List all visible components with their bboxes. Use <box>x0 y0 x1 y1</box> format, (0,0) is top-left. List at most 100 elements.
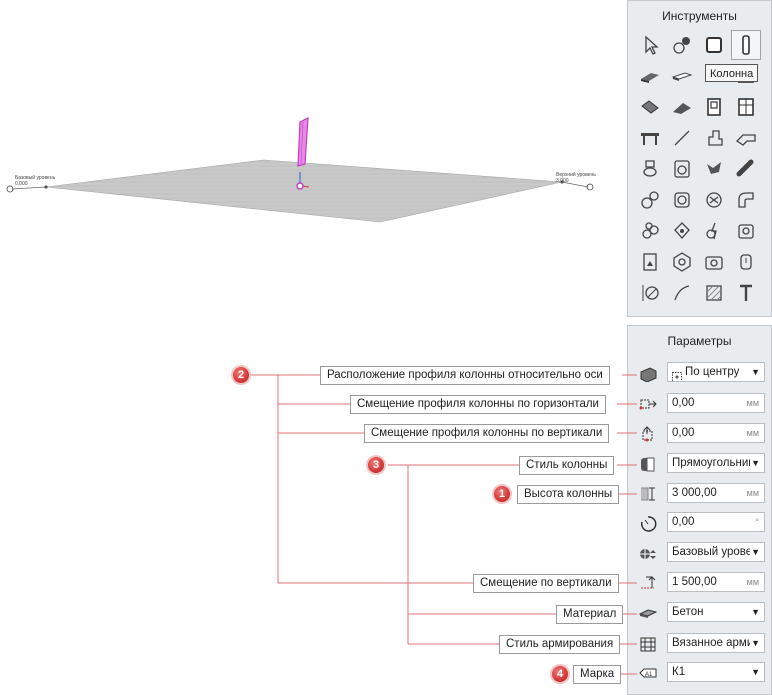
column-style-select[interactable]: Прямоугольник ▼ <box>667 453 765 473</box>
select-arrow-icon[interactable] <box>636 31 664 59</box>
param-row-horizontal-offset: 0,00 мм <box>635 393 767 415</box>
field-value: 3 000,00 <box>672 487 717 499</box>
sensor-icon[interactable] <box>668 248 696 276</box>
label-mark: Марка <box>573 665 622 684</box>
vertical-offset-icon <box>638 425 658 443</box>
mark-select[interactable]: К1 ▼ <box>667 662 765 682</box>
electric-icon[interactable] <box>700 217 728 245</box>
badge-1: 1 <box>492 484 512 504</box>
pipe-fitting-icon[interactable] <box>700 155 728 183</box>
fan-icon[interactable] <box>668 186 696 214</box>
dropdown-arrow-icon[interactable]: ▼ <box>751 663 760 681</box>
label-column-style: Стиль колонны <box>519 456 615 475</box>
param-row-column-style: Прямоугольник ▼ <box>635 453 767 475</box>
pump-icon[interactable] <box>636 217 664 245</box>
label-column-height: Высота колонны <box>517 485 620 504</box>
sanitary-icon[interactable] <box>636 155 664 183</box>
param-row-reinforcement: Вязанное армирование▼ <box>635 633 767 655</box>
dropdown-arrow-icon[interactable]: ▼ <box>751 634 760 652</box>
param-row-elevation-offset: 1 500,00 мм <box>635 572 767 594</box>
washer-icon[interactable] <box>668 155 696 183</box>
shapes-icon[interactable] <box>668 31 696 59</box>
hatch-icon[interactable] <box>700 279 728 307</box>
dropdown-arrow-icon[interactable]: ▼ <box>751 603 760 621</box>
param-row-mark: A1 К1 ▼ <box>635 662 767 684</box>
panel-icon[interactable] <box>636 248 664 276</box>
roof-icon[interactable] <box>636 93 664 121</box>
field-value: К1 <box>672 666 686 678</box>
insertion-point <box>296 182 304 190</box>
param-row-base-level: Базовый уровень▼ <box>635 542 767 564</box>
unit-label: мм <box>746 398 759 408</box>
material-select[interactable]: Бетон ▼ <box>667 602 765 622</box>
valve-icon[interactable] <box>700 186 728 214</box>
badge-4: 4 <box>550 664 570 684</box>
horizontal-offset-icon <box>638 395 658 413</box>
text-icon[interactable] <box>732 279 760 307</box>
dropdown-arrow-icon[interactable]: ▼ <box>751 543 760 561</box>
floor-slab <box>45 159 563 223</box>
badge-3: 3 <box>366 455 386 475</box>
switch-icon[interactable] <box>732 248 760 276</box>
slab-icon[interactable] <box>636 62 664 90</box>
label-reinforcement-style: Стиль армирования <box>499 635 621 654</box>
duct-icon[interactable] <box>732 124 760 152</box>
scene-canvas[interactable] <box>0 0 620 320</box>
field-value: По центру <box>685 366 740 378</box>
parameters-panel-title: Параметры <box>667 334 732 348</box>
dropdown-arrow-icon[interactable]: ▼ <box>751 454 760 472</box>
beam-icon[interactable] <box>668 62 696 90</box>
camera-icon[interactable] <box>700 248 728 276</box>
unit-label: мм <box>746 428 759 438</box>
unit-label: мм <box>746 488 759 498</box>
unit-label: ° <box>755 517 759 527</box>
lamp-icon[interactable] <box>668 217 696 245</box>
dropdown-arrow-icon[interactable]: ▼ <box>751 363 760 381</box>
reinforcement-select[interactable]: Вязанное армирование▼ <box>667 633 765 653</box>
ramp-icon[interactable] <box>668 93 696 121</box>
equipment-icon[interactable] <box>700 124 728 152</box>
field-value: 1 500,00 <box>672 576 717 588</box>
curve-icon[interactable] <box>668 279 696 307</box>
hydrant-icon[interactable] <box>636 186 664 214</box>
field-value: 0,00 <box>672 427 695 439</box>
column-height-icon <box>638 485 658 503</box>
profile-placement-select[interactable]: По центру ▼ <box>667 362 765 382</box>
elevation-offset-icon <box>638 574 658 592</box>
base-level-icon <box>638 544 658 562</box>
center-grid-icon <box>672 370 682 381</box>
param-row-column-height: 3 000,00 мм <box>635 483 767 505</box>
line-icon[interactable] <box>668 124 696 152</box>
duct-elbow-icon[interactable] <box>732 186 760 214</box>
socket-icon[interactable] <box>732 217 760 245</box>
svg-text:A1: A1 <box>645 672 653 678</box>
left-level-line <box>11 186 47 190</box>
model-viewport[interactable]: Базовый уровень 0,000 Верхний уровень 3,00… <box>0 0 620 320</box>
label-elevation-offset: Смещение по вертикали <box>473 574 619 593</box>
tools-panel-title: Инструменты <box>662 9 737 23</box>
wall-icon[interactable] <box>700 31 728 59</box>
material-icon <box>638 604 658 622</box>
horizontal-offset-input[interactable]: 0,00 мм <box>667 393 765 413</box>
rotation-input[interactable]: 0,00 ° <box>667 512 765 532</box>
railing-icon[interactable] <box>636 124 664 152</box>
label-material: Материал <box>556 605 624 624</box>
column-height-input[interactable]: 3 000,00 мм <box>667 483 765 503</box>
door-icon[interactable] <box>700 93 728 121</box>
param-row-profile-placement: По центру ▼ <box>635 362 767 384</box>
param-row-material: Бетон ▼ <box>635 602 767 624</box>
rotation-icon <box>638 514 658 532</box>
label-profile-placement: Расположение профиля колонны относительн… <box>320 366 610 385</box>
dimension-icon[interactable] <box>636 279 664 307</box>
mark-icon: A1 <box>638 664 658 682</box>
field-value: Прямоугольник <box>672 457 750 469</box>
base-level-select[interactable]: Базовый уровень▼ <box>667 542 765 562</box>
column-icon[interactable] <box>731 30 761 60</box>
field-value: Вязанное армирование <box>672 637 750 649</box>
window-icon[interactable] <box>732 93 760 121</box>
elevation-offset-input[interactable]: 1 500,00 мм <box>667 572 765 592</box>
field-value: 0,00 <box>672 516 695 528</box>
reinforcement-icon <box>638 635 658 653</box>
vertical-offset-input[interactable]: 0,00 мм <box>667 423 765 443</box>
pipe-icon[interactable] <box>732 155 760 183</box>
